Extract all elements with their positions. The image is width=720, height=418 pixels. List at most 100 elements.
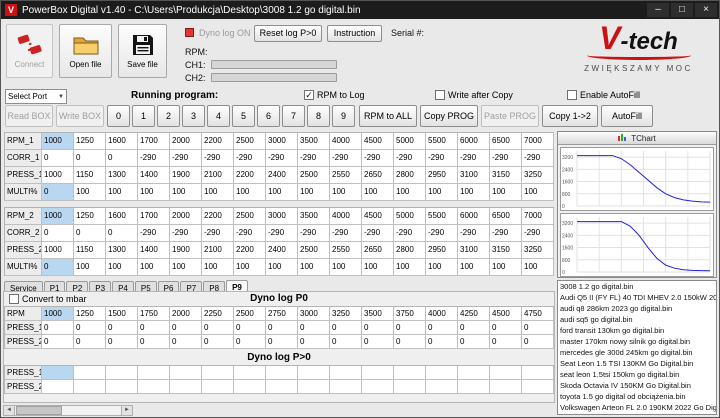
table-cell[interactable]: 2550 bbox=[330, 242, 362, 259]
table-cell[interactable] bbox=[522, 366, 554, 380]
table-cell[interactable]: 6500 bbox=[490, 133, 522, 150]
table-cell[interactable]: 0 bbox=[394, 321, 426, 335]
copy-1-to-2-button[interactable]: Copy 1->2 bbox=[542, 105, 598, 127]
table-cell[interactable]: 1000 bbox=[42, 208, 74, 225]
table-cell[interactable]: 1700 bbox=[138, 133, 170, 150]
table-cell[interactable]: 2200 bbox=[202, 133, 234, 150]
digit-button-2[interactable]: 2 bbox=[157, 105, 180, 127]
table-cell[interactable]: 2100 bbox=[202, 242, 234, 259]
table-cell[interactable] bbox=[138, 366, 170, 380]
list-item[interactable]: mercedes gle 300d 245km go digital.bin bbox=[558, 347, 716, 358]
list-item[interactable]: ford transit 130km go digital.bin bbox=[558, 325, 716, 336]
table-cell[interactable]: 0 bbox=[362, 335, 394, 349]
digit-button-7[interactable]: 7 bbox=[282, 105, 305, 127]
table-cell[interactable]: 0 bbox=[522, 335, 554, 349]
table-cell[interactable]: -290 bbox=[234, 225, 266, 242]
minimize-button[interactable]: – bbox=[647, 3, 669, 17]
table-cell[interactable]: 0 bbox=[106, 335, 138, 349]
write-box-button[interactable]: Write BOX bbox=[56, 105, 104, 127]
table-cell[interactable]: 0 bbox=[138, 335, 170, 349]
table-cell[interactable]: 4000 bbox=[426, 307, 458, 321]
table-cell[interactable]: 0 bbox=[106, 225, 138, 242]
table-cell[interactable]: 0 bbox=[266, 335, 298, 349]
table-cell[interactable]: 2200 bbox=[202, 208, 234, 225]
table-cell[interactable]: 0 bbox=[74, 225, 106, 242]
close-button[interactable]: × bbox=[695, 3, 717, 17]
table-cell[interactable]: 0 bbox=[42, 225, 74, 242]
table-cell[interactable]: -290 bbox=[458, 225, 490, 242]
table-cell[interactable]: 1600 bbox=[106, 208, 138, 225]
table-cell[interactable]: 3000 bbox=[266, 133, 298, 150]
table-cell[interactable]: 0 bbox=[234, 335, 266, 349]
list-item[interactable]: seat leon 1.5tsi 150km go digital.bin bbox=[558, 369, 716, 380]
table-cell[interactable]: 0 bbox=[42, 184, 74, 201]
table-cell[interactable]: 100 bbox=[106, 184, 138, 201]
table-cell[interactable]: 100 bbox=[234, 184, 266, 201]
table-cell[interactable]: 4250 bbox=[458, 307, 490, 321]
table-cell[interactable]: 4500 bbox=[490, 307, 522, 321]
table-cell[interactable]: 0 bbox=[330, 335, 362, 349]
scroll-thumb[interactable] bbox=[16, 406, 62, 415]
table-cell[interactable]: 2500 bbox=[234, 307, 266, 321]
table-cell[interactable]: 100 bbox=[362, 259, 394, 276]
table-cell[interactable]: 1000 bbox=[42, 242, 74, 259]
table-cell[interactable]: 2200 bbox=[234, 167, 266, 184]
select-port-dropdown[interactable]: Select Port ▼ bbox=[5, 89, 67, 104]
autofill-button[interactable]: AutoFill bbox=[601, 105, 653, 127]
reset-log-button[interactable]: Reset log P>0 bbox=[254, 25, 322, 42]
table-cell[interactable] bbox=[298, 380, 330, 394]
table-cell[interactable] bbox=[106, 366, 138, 380]
table-cell[interactable]: -290 bbox=[522, 225, 554, 242]
table-cell[interactable]: 0 bbox=[490, 335, 522, 349]
table-cell[interactable]: 2000 bbox=[170, 208, 202, 225]
table-cell[interactable]: 0 bbox=[362, 321, 394, 335]
table-cell[interactable]: 0 bbox=[42, 259, 74, 276]
scroll-right-icon[interactable]: ► bbox=[121, 406, 132, 415]
table-cell[interactable] bbox=[426, 380, 458, 394]
table-cell[interactable]: 100 bbox=[522, 259, 554, 276]
table-cell[interactable]: 0 bbox=[202, 335, 234, 349]
checkbox-enable-autofill[interactable]: Enable AutoFill bbox=[567, 90, 640, 100]
table-cell[interactable]: 100 bbox=[330, 259, 362, 276]
table-cell[interactable]: -290 bbox=[170, 225, 202, 242]
table-cell[interactable] bbox=[362, 366, 394, 380]
table-cell[interactable]: 0 bbox=[298, 335, 330, 349]
table-cell[interactable]: 5000 bbox=[394, 133, 426, 150]
table-cell[interactable]: 0 bbox=[106, 150, 138, 167]
table-cell[interactable] bbox=[234, 366, 266, 380]
table-cell[interactable]: 100 bbox=[490, 259, 522, 276]
table-cell[interactable] bbox=[266, 380, 298, 394]
table-cell[interactable]: 0 bbox=[298, 321, 330, 335]
table-cell[interactable]: 0 bbox=[74, 150, 106, 167]
table-cell[interactable]: 2100 bbox=[202, 167, 234, 184]
table-cell[interactable]: 100 bbox=[202, 184, 234, 201]
table-cell[interactable]: 100 bbox=[138, 184, 170, 201]
table-cell[interactable]: 2400 bbox=[266, 242, 298, 259]
table-cell[interactable]: 2500 bbox=[234, 208, 266, 225]
table-cell[interactable]: 6500 bbox=[490, 208, 522, 225]
table-cell[interactable]: 0 bbox=[170, 335, 202, 349]
table-cell[interactable]: 3150 bbox=[490, 167, 522, 184]
table-cell[interactable]: 0 bbox=[106, 321, 138, 335]
table-cell[interactable]: 0 bbox=[426, 335, 458, 349]
table-cell[interactable]: 0 bbox=[522, 321, 554, 335]
table-cell[interactable]: -290 bbox=[362, 225, 394, 242]
table-cell[interactable] bbox=[266, 366, 298, 380]
digit-button-9[interactable]: 9 bbox=[332, 105, 355, 127]
digit-button-0[interactable]: 0 bbox=[107, 105, 130, 127]
table-cell[interactable]: 2500 bbox=[234, 133, 266, 150]
list-item[interactable]: master 170km nowy silnik go digital.bin bbox=[558, 336, 716, 347]
table-cell[interactable] bbox=[138, 380, 170, 394]
table-cell[interactable]: 1150 bbox=[74, 167, 106, 184]
table-cell[interactable]: 100 bbox=[202, 259, 234, 276]
table-cell[interactable]: -290 bbox=[394, 225, 426, 242]
table-cell[interactable]: -290 bbox=[298, 150, 330, 167]
table-cell[interactable]: -290 bbox=[138, 225, 170, 242]
table-cell[interactable]: 4500 bbox=[362, 208, 394, 225]
table-cell[interactable]: 0 bbox=[74, 321, 106, 335]
scroll-left-icon[interactable]: ◄ bbox=[4, 406, 15, 415]
table-cell[interactable]: 1900 bbox=[170, 167, 202, 184]
table-cell[interactable] bbox=[170, 366, 202, 380]
table-cell[interactable]: 4500 bbox=[362, 133, 394, 150]
table-cell[interactable]: 2550 bbox=[330, 167, 362, 184]
